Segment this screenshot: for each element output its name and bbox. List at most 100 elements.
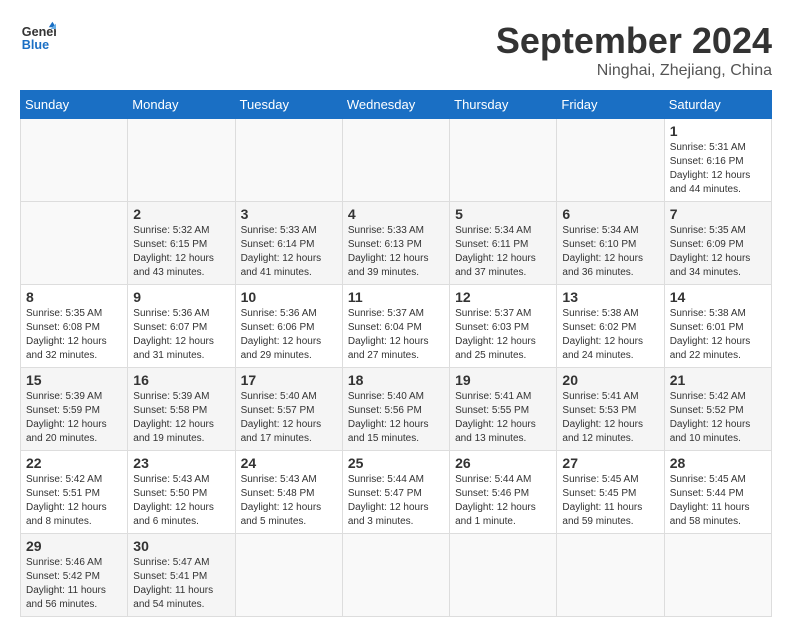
- day-number: 3: [241, 206, 337, 222]
- calendar-cell: [128, 119, 235, 202]
- calendar-cell: [235, 119, 342, 202]
- day-number: 7: [670, 206, 766, 222]
- day-info: Sunrise: 5:44 AMSunset: 5:46 PMDaylight:…: [455, 474, 536, 527]
- day-number: 25: [348, 455, 444, 471]
- page-header: General Blue September 2024 Ninghai, Zhe…: [20, 20, 772, 80]
- day-number: 1: [670, 123, 766, 139]
- day-info: Sunrise: 5:36 AMSunset: 6:06 PMDaylight:…: [241, 308, 322, 361]
- calendar-cell: 24 Sunrise: 5:43 AMSunset: 5:48 PMDayligh…: [235, 451, 342, 534]
- logo-icon: General Blue: [20, 20, 56, 56]
- calendar-week-row: 22Sunrise: 5:42 AMSunset: 5:51 PMDayligh…: [21, 451, 772, 534]
- day-number: 20: [562, 372, 658, 388]
- day-number: 5: [455, 206, 551, 222]
- day-info: Sunrise: 5:32 AMSunset: 6:15 PMDaylight:…: [133, 225, 214, 278]
- calendar-cell: [450, 119, 557, 202]
- logo: General Blue: [20, 20, 56, 56]
- calendar-cell: 8 Sunrise: 5:35 AMSunset: 6:08 PMDaylight…: [21, 285, 128, 368]
- day-number: 8: [26, 289, 122, 305]
- day-info: Sunrise: 5:35 AMSunset: 6:09 PMDaylight:…: [670, 225, 751, 278]
- day-number: 6: [562, 206, 658, 222]
- weekday-header-thursday: Thursday: [450, 91, 557, 119]
- calendar-cell: [450, 534, 557, 617]
- calendar-cell: 3Sunrise: 5:33 AMSunset: 6:14 PMDaylight…: [235, 202, 342, 285]
- svg-text:Blue: Blue: [22, 38, 49, 52]
- day-info: Sunrise: 5:34 AMSunset: 6:11 PMDaylight:…: [455, 225, 536, 278]
- day-number: 4: [348, 206, 444, 222]
- calendar-cell: 9 Sunrise: 5:36 AMSunset: 6:07 PMDaylight…: [128, 285, 235, 368]
- day-number: 9: [133, 289, 229, 305]
- weekday-header-saturday: Saturday: [664, 91, 771, 119]
- calendar-cell: 23Sunrise: 5:43 AMSunset: 5:50 PMDayligh…: [128, 451, 235, 534]
- day-info: Sunrise: 5:33 AMSunset: 6:13 PMDaylight:…: [348, 225, 429, 278]
- calendar-cell: 18 Sunrise: 5:40 AMSunset: 5:56 PMDayligh…: [342, 368, 449, 451]
- calendar-cell: 11Sunrise: 5:37 AMSunset: 6:04 PMDayligh…: [342, 285, 449, 368]
- day-info: Sunrise: 5:37 AMSunset: 6:04 PMDaylight:…: [348, 308, 429, 361]
- calendar-cell: 19 Sunrise: 5:41 AMSunset: 5:55 PMDayligh…: [450, 368, 557, 451]
- weekday-header-tuesday: Tuesday: [235, 91, 342, 119]
- day-info: Sunrise: 5:39 AMSunset: 5:59 PMDaylight:…: [26, 391, 107, 444]
- day-number: 12: [455, 289, 551, 305]
- day-number: 14: [670, 289, 766, 305]
- weekday-header-monday: Monday: [128, 91, 235, 119]
- calendar-cell: 30 Sunrise: 5:47 AMSunset: 5:41 PMDayligh…: [128, 534, 235, 617]
- calendar-cell: 14 Sunrise: 5:38 AMSunset: 6:01 PMDayligh…: [664, 285, 771, 368]
- day-info: Sunrise: 5:43 AMSunset: 5:50 PMDaylight:…: [133, 474, 214, 527]
- day-info: Sunrise: 5:31 AMSunset: 6:16 PMDaylight:…: [670, 142, 751, 195]
- calendar-week-row: 2 Sunrise: 5:32 AMSunset: 6:15 PMDaylight…: [21, 202, 772, 285]
- day-info: Sunrise: 5:35 AMSunset: 6:08 PMDaylight:…: [26, 308, 107, 361]
- day-number: 16: [133, 372, 229, 388]
- day-info: Sunrise: 5:40 AMSunset: 5:57 PMDaylight:…: [241, 391, 322, 444]
- calendar-cell: 29Sunrise: 5:46 AMSunset: 5:42 PMDayligh…: [21, 534, 128, 617]
- day-number: 30: [133, 538, 229, 554]
- day-number: 24: [241, 455, 337, 471]
- calendar-cell: 22Sunrise: 5:42 AMSunset: 5:51 PMDayligh…: [21, 451, 128, 534]
- calendar-cell: 2 Sunrise: 5:32 AMSunset: 6:15 PMDaylight…: [128, 202, 235, 285]
- calendar-cell: 27 Sunrise: 5:45 AMSunset: 5:45 PMDayligh…: [557, 451, 664, 534]
- calendar-cell: 15 Sunrise: 5:39 AMSunset: 5:59 PMDayligh…: [21, 368, 128, 451]
- day-number: 13: [562, 289, 658, 305]
- calendar-cell: 7 Sunrise: 5:35 AMSunset: 6:09 PMDaylight…: [664, 202, 771, 285]
- day-number: 10: [241, 289, 337, 305]
- day-info: Sunrise: 5:36 AMSunset: 6:07 PMDaylight:…: [133, 308, 214, 361]
- day-info: Sunrise: 5:38 AMSunset: 6:02 PMDaylight:…: [562, 308, 643, 361]
- calendar-cell: [557, 119, 664, 202]
- day-info: Sunrise: 5:40 AMSunset: 5:56 PMDaylight:…: [348, 391, 429, 444]
- day-number: 2: [133, 206, 229, 222]
- day-info: Sunrise: 5:42 AMSunset: 5:51 PMDaylight:…: [26, 474, 107, 527]
- calendar-cell: 26Sunrise: 5:44 AMSunset: 5:46 PMDayligh…: [450, 451, 557, 534]
- calendar-cell: 25 Sunrise: 5:44 AMSunset: 5:47 PMDayligh…: [342, 451, 449, 534]
- calendar-cell: [235, 534, 342, 617]
- day-info: Sunrise: 5:41 AMSunset: 5:53 PMDaylight:…: [562, 391, 643, 444]
- calendar-cell: [664, 534, 771, 617]
- day-info: Sunrise: 5:41 AMSunset: 5:55 PMDaylight:…: [455, 391, 536, 444]
- day-number: 15: [26, 372, 122, 388]
- day-info: Sunrise: 5:44 AMSunset: 5:47 PMDaylight:…: [348, 474, 429, 527]
- weekday-header-row: SundayMondayTuesdayWednesdayThursdayFrid…: [21, 91, 772, 119]
- day-number: 18: [348, 372, 444, 388]
- day-info: Sunrise: 5:38 AMSunset: 6:01 PMDaylight:…: [670, 308, 751, 361]
- calendar-cell: 1 Sunrise: 5:31 AMSunset: 6:16 PMDaylight…: [664, 119, 771, 202]
- day-info: Sunrise: 5:47 AMSunset: 5:41 PMDaylight:…: [133, 557, 213, 610]
- day-info: Sunrise: 5:34 AMSunset: 6:10 PMDaylight:…: [562, 225, 643, 278]
- title-block: September 2024 Ninghai, Zhejiang, China: [496, 20, 772, 80]
- calendar-week-row: 15 Sunrise: 5:39 AMSunset: 5:59 PMDayligh…: [21, 368, 772, 451]
- calendar-week-row: 1 Sunrise: 5:31 AMSunset: 6:16 PMDaylight…: [21, 119, 772, 202]
- calendar-cell: 10 Sunrise: 5:36 AMSunset: 6:06 PMDayligh…: [235, 285, 342, 368]
- day-number: 28: [670, 455, 766, 471]
- calendar-cell: 6 Sunrise: 5:34 AMSunset: 6:10 PMDaylight…: [557, 202, 664, 285]
- calendar-cell: 4 Sunrise: 5:33 AMSunset: 6:13 PMDaylight…: [342, 202, 449, 285]
- calendar-table: SundayMondayTuesdayWednesdayThursdayFrid…: [20, 90, 772, 617]
- calendar-cell: 5 Sunrise: 5:34 AMSunset: 6:11 PMDaylight…: [450, 202, 557, 285]
- day-info: Sunrise: 5:45 AMSunset: 5:45 PMDaylight:…: [562, 474, 642, 527]
- calendar-cell: 21Sunrise: 5:42 AMSunset: 5:52 PMDayligh…: [664, 368, 771, 451]
- calendar-cell: [342, 119, 449, 202]
- day-number: 27: [562, 455, 658, 471]
- calendar-cell: [342, 534, 449, 617]
- day-number: 19: [455, 372, 551, 388]
- calendar-week-row: 29Sunrise: 5:46 AMSunset: 5:42 PMDayligh…: [21, 534, 772, 617]
- calendar-cell: [21, 202, 128, 285]
- day-info: Sunrise: 5:42 AMSunset: 5:52 PMDaylight:…: [670, 391, 751, 444]
- day-info: Sunrise: 5:43 AMSunset: 5:48 PMDaylight:…: [241, 474, 322, 527]
- calendar-cell: 17Sunrise: 5:40 AMSunset: 5:57 PMDayligh…: [235, 368, 342, 451]
- calendar-week-row: 8 Sunrise: 5:35 AMSunset: 6:08 PMDaylight…: [21, 285, 772, 368]
